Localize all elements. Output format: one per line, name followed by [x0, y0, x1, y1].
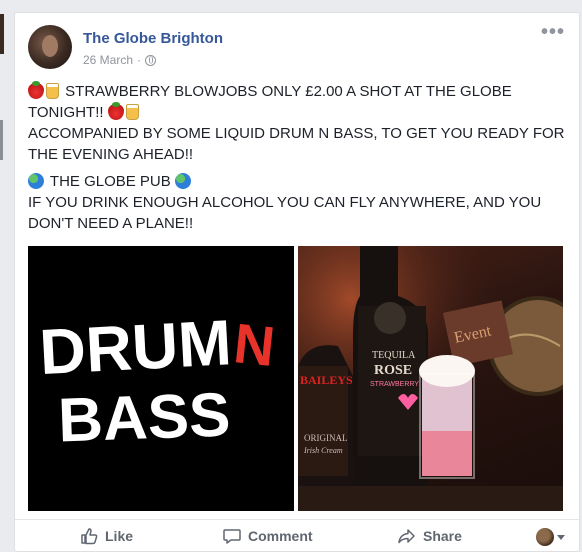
- strawberry-emoji-icon: [107, 102, 124, 120]
- globe-emoji-icon: [174, 173, 191, 189]
- comment-button[interactable]: Comment: [222, 526, 313, 546]
- baileys-sub: Irish Cream: [303, 446, 343, 455]
- page-avatar[interactable]: [28, 25, 72, 69]
- drum-n-bass-image[interactable]: DRUM N BASS: [28, 246, 294, 511]
- edge-fragment: [0, 120, 3, 160]
- comment-bubble-icon: [223, 529, 241, 544]
- dnb-word-bass: BASS: [57, 380, 232, 455]
- rose-label: ROSE: [374, 363, 412, 378]
- edge-fragment: [0, 14, 4, 54]
- strawberry-emoji-icon: [28, 81, 44, 99]
- globe-emoji-icon: [28, 173, 44, 189]
- like-button[interactable]: Like: [79, 526, 133, 546]
- share-arrow-icon: [398, 529, 415, 544]
- text-line: ACCOMPANIED BY SOME LIQUID DRUM N BASS, …: [28, 125, 565, 163]
- thumbs-up-icon: [81, 528, 98, 545]
- text-line: TONIGHT!!: [28, 104, 104, 121]
- baileys-label: BAILEYS: [300, 373, 353, 387]
- meta-separator: ·: [137, 53, 142, 67]
- drinks-photo[interactable]: Event BAILEYS ORIGINAL Irish Cream TEQUI…: [298, 246, 563, 511]
- profile-avatar: [536, 528, 554, 546]
- post-as-selector[interactable]: [536, 528, 565, 546]
- tumbler-glass-emoji-icon: [46, 83, 59, 99]
- chevron-down-icon: [557, 534, 565, 540]
- tequila-label: TEQUILA: [372, 350, 416, 361]
- paragraph-2: THE GLOBE PUB IF YOU DRINK ENOUGH ALCOHO…: [28, 171, 568, 234]
- more-options-icon[interactable]: •••: [541, 22, 565, 42]
- post-text: STRAWBERRY BLOWJOBS ONLY £2.00 A SHOT AT…: [28, 81, 568, 240]
- dnb-word-drum: DRUM: [38, 306, 233, 388]
- left-edge: [0, 0, 14, 552]
- public-globe-icon[interactable]: [145, 54, 157, 66]
- post-meta: 26 March ·: [83, 53, 157, 67]
- tumbler-glass-emoji-icon: [125, 104, 139, 120]
- post-card: The Globe Brighton 26 March · ••• STRAWB…: [14, 12, 580, 552]
- like-label: Like: [105, 528, 134, 544]
- page-name-link[interactable]: The Globe Brighton: [83, 30, 223, 47]
- text-line: THE GLOBE PUB: [49, 173, 171, 190]
- baileys-original: ORIGINAL: [304, 433, 348, 443]
- paragraph-1: STRAWBERRY BLOWJOBS ONLY £2.00 A SHOT AT…: [28, 81, 568, 165]
- text-line: IF YOU DRINK ENOUGH ALCOHOL YOU CAN FLY …: [28, 194, 542, 232]
- text-line: STRAWBERRY BLOWJOBS ONLY £2.00 A SHOT AT…: [65, 83, 512, 100]
- share-button[interactable]: Share: [397, 526, 462, 546]
- strawberry-label: STRAWBERRY: [370, 381, 419, 388]
- share-label: Share: [423, 528, 462, 544]
- dnb-word-n: N: [231, 311, 278, 378]
- post-actions: Like Comment Share: [15, 519, 579, 552]
- post-date[interactable]: 26 March: [83, 53, 133, 67]
- comment-label: Comment: [248, 528, 313, 544]
- post-photos: DRUM N BASS Event BAILEYS ORIGINAL Irish…: [28, 246, 563, 511]
